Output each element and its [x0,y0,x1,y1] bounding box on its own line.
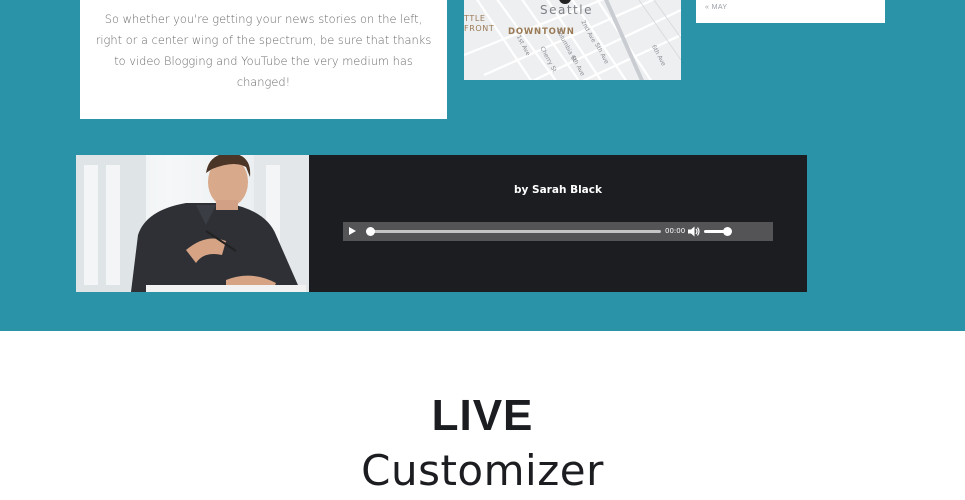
audio-author: by Sarah Black [514,184,602,196]
seek-bar[interactable] [367,230,661,233]
calendar-prev-month-link[interactable]: « MAY [705,4,728,11]
volume-icon[interactable] [688,226,700,237]
map-area-label: TTLE FRONT [464,14,494,34]
current-time: 00:00 [665,227,686,235]
text-post-card: So whether you're getting your news stor… [80,0,447,119]
volume-handle[interactable] [723,227,733,236]
map-city-label: Seattle [540,3,593,17]
map-widget[interactable]: Seattle TTLE FRONT DOWNTOWN 1st Ave Cher… [464,0,681,80]
calendar-widget: « MAY [696,0,885,23]
teal-section: So whether you're getting your news stor… [0,0,965,331]
author-photo [76,155,309,292]
author-photo-illustration [76,155,309,292]
map-area-line-2: FRONT [464,24,495,33]
hero-subtitle: Customizer [361,446,604,495]
seek-handle[interactable] [366,227,375,236]
play-icon[interactable] [349,227,356,235]
hero-title: LIVE [431,391,534,440]
map-area-line-1: TTLE [464,14,486,23]
audio-post-card: by Sarah Black 00:00 [76,155,807,292]
post-excerpt: So whether you're getting your news stor… [95,12,432,89]
audio-player: 00:00 [343,222,773,241]
